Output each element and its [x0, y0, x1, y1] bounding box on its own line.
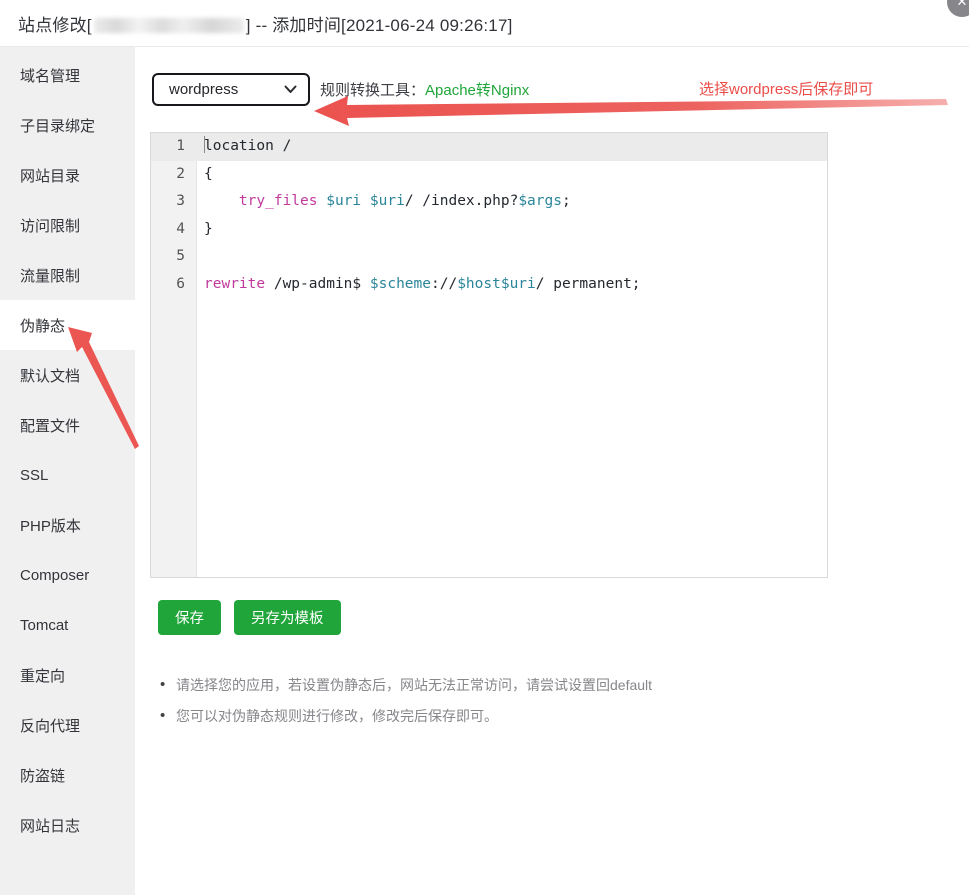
sidebar-item-label: 流量限制 — [20, 267, 81, 285]
title-suffix: ] -- 添加时间[2021-06-24 09:26:17] — [245, 15, 513, 35]
site-modify-dialog: 站点修改[ ] -- 添加时间[2021-06-24 09:26:17] ✕ 域名… — [0, 0, 969, 895]
sidebar-item-redirect[interactable]: 重定向 — [0, 650, 135, 700]
editor-line: 5 — [151, 243, 827, 271]
editor-line: 4} — [151, 216, 827, 244]
sidebar-nav: 域名管理子目录绑定网站目录访问限制流量限制伪静态默认文档配置文件 SSL PHP版本… — [0, 47, 135, 850]
sidebar-item-label: 子目录绑定 — [20, 117, 96, 135]
sidebar-item-site-logs[interactable]: 网站日志 — [0, 800, 135, 850]
sidebar-item-traffic-limit[interactable]: 流量限制 — [0, 250, 135, 300]
title-prefix: 站点修改[ — [18, 15, 92, 35]
sidebar-item-label: Tomcat — [20, 616, 69, 634]
sidebar-item-subdir-bind[interactable]: 子目录绑定 — [0, 100, 135, 150]
code-text: location / — [204, 136, 292, 154]
line-number: 1 — [176, 138, 185, 154]
notes-list: 请选择您的应用，若设置伪静态后，网站无法正常访问，请尝试设置回default 您可… — [159, 676, 652, 738]
sidebar-item-config-file[interactable]: 配置文件 — [0, 400, 135, 450]
dialog-title: 站点修改[ ] -- 添加时间[2021-06-24 09:26:17] — [18, 11, 513, 36]
site-name-redacted — [93, 17, 244, 33]
preset-select-value: wordpress — [169, 81, 239, 98]
note-item: 您可以对伪静态规则进行修改，修改完后保存即可。 — [159, 707, 652, 725]
dialog-header: 站点修改[ ] -- 添加时间[2021-06-24 09:26:17] — [0, 0, 969, 47]
note-item: 请选择您的应用，若设置伪静态后，网站无法正常访问，请尝试设置回default — [159, 676, 652, 694]
sidebar-item-label: 防盗链 — [20, 767, 66, 785]
sidebar-item-label: 网站日志 — [20, 817, 81, 835]
sidebar-item-label: 访问限制 — [20, 217, 81, 235]
sidebar-item-site-directory[interactable]: 网站目录 — [0, 150, 135, 200]
sidebar-item-access-limit[interactable]: 访问限制 — [0, 200, 135, 250]
editor-lines: 1 location /2{3 try_files $uri $uri/ /ind… — [151, 133, 827, 298]
annotation-text: 选择wordpress后保存即可 — [699, 81, 874, 98]
sidebar-item-label: PHP版本 — [20, 517, 81, 535]
apache-to-nginx-link[interactable]: Apache转Nginx — [425, 79, 529, 100]
line-number: 4 — [176, 220, 185, 237]
sidebar-item-label: 域名管理 — [20, 67, 81, 85]
sidebar-item-label: 配置文件 — [20, 417, 81, 435]
rewrite-toolbar: wordpress 规则转换工具： Apache转Nginx — [152, 73, 529, 106]
sidebar: 域名管理子目录绑定网站目录访问限制流量限制伪静态默认文档配置文件 SSL PHP版本… — [0, 47, 135, 895]
rule-convert-tool-label: 规则转换工具： — [320, 82, 426, 99]
code-text: try_files $uri $uri/ /index.php?$args; — [238, 193, 571, 209]
sidebar-item-label: 网站目录 — [20, 167, 81, 185]
code-text: rewrite /wp-admin$ $scheme://$host$uri/ … — [204, 275, 641, 292]
line-number: 5 — [176, 248, 185, 264]
rewrite-preset-select[interactable]: wordpress — [152, 73, 310, 106]
sidebar-item-ssl[interactable]: SSL — [0, 450, 135, 500]
sidebar-item-label: 反向代理 — [20, 717, 81, 735]
sidebar-item-default-doc[interactable]: 默认文档 — [0, 350, 135, 400]
close-icon: ✕ — [956, 0, 968, 9]
editor-line: 3 try_files $uri $uri/ /index.php?$args; — [151, 188, 827, 216]
sidebar-item-composer[interactable]: Composer — [0, 550, 135, 600]
sidebar-item-label: SSL — [20, 466, 49, 484]
line-number: 6 — [176, 275, 185, 292]
sidebar-item-php-version[interactable]: PHP版本 — [0, 500, 135, 550]
sidebar-item-label: Composer — [20, 566, 90, 584]
code-text: } — [204, 220, 213, 237]
sidebar-item-label: 重定向 — [20, 667, 66, 685]
action-button-row: 保存 另存为模板 — [158, 600, 341, 635]
sidebar-item-domain-manage[interactable]: 域名管理 — [0, 50, 135, 100]
chevron-down-icon — [284, 85, 297, 93]
editor-line: 6 rewrite /wp-admin$ $scheme://$host$uri/… — [151, 271, 827, 299]
save-button[interactable]: 保存 — [158, 600, 221, 635]
code-text: { — [204, 165, 213, 182]
sidebar-item-tomcat[interactable]: Tomcat — [0, 600, 135, 650]
editor-line: 1 location / — [151, 133, 827, 161]
rewrite-code-editor[interactable]: 1 location /2{3 try_files $uri $uri/ /ind… — [150, 132, 828, 578]
editor-line: 2{ — [151, 161, 827, 189]
sidebar-item-hotlink-protection[interactable]: 防盗链 — [0, 750, 135, 800]
line-number: 3 — [176, 193, 185, 209]
sidebar-item-url-rewrite[interactable]: 伪静态 — [0, 300, 135, 350]
line-number: 2 — [176, 165, 185, 182]
sidebar-item-label: 伪静态 — [20, 317, 66, 335]
sidebar-item-label: 默认文档 — [20, 367, 81, 385]
sidebar-item-reverse-proxy[interactable]: 反向代理 — [0, 700, 135, 750]
main-panel: wordpress 规则转换工具： Apache转Nginx 选择wordpre… — [135, 47, 969, 895]
save-as-template-button[interactable]: 另存为模板 — [234, 600, 341, 635]
